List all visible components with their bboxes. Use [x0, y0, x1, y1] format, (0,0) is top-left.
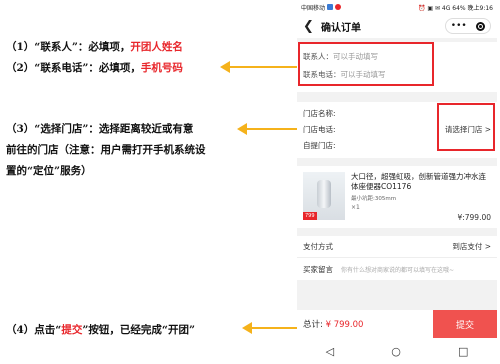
annotation-text: （2）“联系电话”：必填项， [6, 62, 141, 74]
total-amount: ¥ 799.00 [325, 320, 364, 330]
annotation-highlight: 提交 [61, 324, 83, 336]
annotation-highlight: 开团人姓名 [130, 41, 183, 53]
status-right: ⏰ ▣ ✉ 4G 64% 晚上9:16 [418, 4, 493, 12]
close-icon[interactable] [476, 21, 486, 31]
submit-button[interactable]: 提交 [433, 310, 497, 338]
back-arrow-icon[interactable]: ❮ [303, 19, 317, 34]
page-title: 确认订单 [321, 22, 361, 34]
highlight-box-store [437, 103, 495, 151]
more-icon[interactable]: ••• [451, 21, 467, 31]
product-image: 799 [303, 172, 345, 220]
product-quantity: ×1 [351, 204, 360, 211]
app-notification-icon [335, 4, 342, 10]
product-info: 大口径，超强虹吸，创新管道强力冲水连体座便器CO1176 最小坑距:305mm … [351, 172, 491, 222]
nav-back-icon[interactable]: ◁ [326, 345, 334, 358]
system-nav-bar: ◁ ○ □ [297, 338, 497, 364]
annotation-select-store-line2: 前往的门店（注意：用户需打开手机系统设 [6, 144, 206, 156]
annotation-text: ”按钮，已经完成“开团” [82, 324, 195, 336]
price-tag: 799 [303, 212, 317, 220]
app-notification-icon [327, 4, 334, 10]
nav-recent-icon[interactable]: □ [458, 345, 468, 358]
annotation-highlight: 手机号码 [140, 62, 183, 74]
product-price: ¥:799.00 [457, 213, 491, 222]
toilet-image [317, 180, 331, 208]
annotation-select-store-line3: 置的“定位”服务） [6, 165, 92, 177]
order-total: 总计: ¥ 799.00 [297, 318, 433, 330]
message-label: 买家留言 [303, 264, 333, 274]
annotation-text: （4）点击“ [6, 324, 62, 336]
order-footer: 总计: ¥ 799.00 提交 [297, 310, 497, 338]
buyer-message-row[interactable]: 买家留言 你有什么想对商家说的都可以填写在这哦~ [297, 258, 497, 280]
annotation-contact-name: （1）“联系人”：必填项，开团人姓名 [6, 36, 183, 58]
annotation-select-store-line1: （3）“选择门店”：选择距离较近或有意 [6, 123, 194, 135]
miniprogram-capsule: ••• [445, 18, 491, 34]
arrow-contact-line [229, 66, 297, 68]
carrier-label: 中国移动 [301, 4, 326, 12]
product-name: 大口径，超强虹吸，创新管道强力冲水连体座便器CO1176 [351, 172, 486, 191]
payment-value: 到店支付 > [452, 242, 491, 251]
payment-method-row[interactable]: 支付方式 到店支付 > [297, 236, 497, 258]
annotation-submit: （4）点击“提交”按钮，已经完成“开团” [6, 319, 195, 341]
payment-label: 支付方式 [303, 242, 333, 251]
total-label: 总计: [303, 320, 323, 330]
annotation-contact-phone: （2）“联系电话”：必填项，手机号码 [6, 57, 183, 79]
annotation-text: （1）“联系人”：必填项， [6, 41, 131, 53]
message-input[interactable]: 你有什么想对商家说的都可以填写在这哦~ [341, 265, 491, 274]
nav-home-icon[interactable]: ○ [391, 345, 401, 358]
highlight-box-contact [298, 42, 434, 86]
header: ❮ 确认订单 ••• [297, 14, 497, 38]
product-spec: 最小坑距:305mm [351, 196, 397, 202]
status-bar: 中国移动 ⏰ ▣ ✉ 4G 64% 晚上9:16 [297, 0, 497, 14]
product-card[interactable]: 799 大口径，超强虹吸，创新管道强力冲水连体座便器CO1176 最小坑距:30… [297, 166, 497, 228]
